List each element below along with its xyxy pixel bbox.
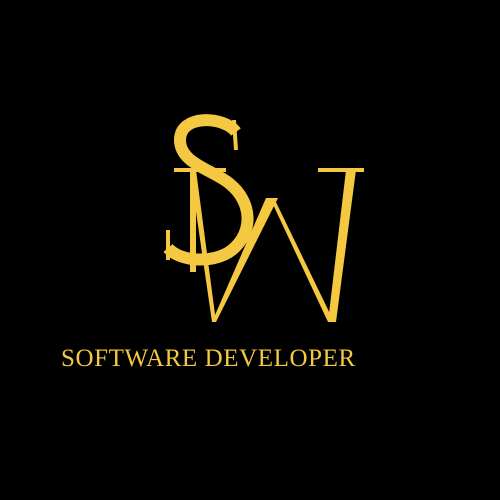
tagline-text: SOFTWARE DEVELOPER xyxy=(61,345,356,372)
sw-monogram-logo xyxy=(150,110,370,330)
sw-monogram-graphic xyxy=(163,114,364,322)
logo-canvas: SOFTWARE DEVELOPER xyxy=(0,0,500,500)
center-stem xyxy=(190,172,196,272)
s-letter-shape xyxy=(163,114,254,266)
w-letter-shape xyxy=(174,168,364,322)
